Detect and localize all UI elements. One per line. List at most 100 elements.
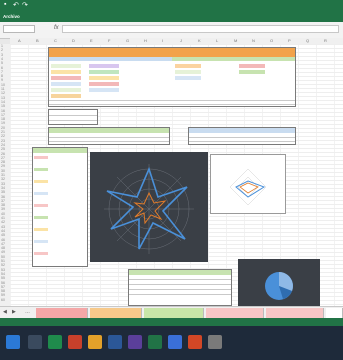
column-letter[interactable]: C (54, 38, 57, 43)
matrix-cell (51, 76, 81, 80)
taskbar-app-icon[interactable] (88, 335, 102, 349)
dark-radar-chart[interactable] (90, 152, 208, 262)
row-divider (189, 137, 295, 138)
matrix-cell (175, 70, 201, 74)
row-divider (49, 137, 169, 138)
light-radar-chart[interactable] (210, 154, 286, 214)
sheet-grid[interactable] (10, 44, 343, 306)
column-letter[interactable]: M (234, 38, 237, 43)
row-divider (189, 141, 295, 142)
row-divider (129, 294, 231, 295)
sheet-tab-3[interactable] (144, 308, 204, 318)
column-letter[interactable]: K (198, 38, 201, 43)
matrix-cell (51, 64, 81, 68)
taskbar-app-icon[interactable] (128, 335, 142, 349)
column-letter[interactable]: N (252, 38, 255, 43)
sheet-tab-6[interactable] (326, 308, 343, 318)
column-letter[interactable]: F (108, 38, 110, 43)
scroll-left-icon[interactable]: ◀ (3, 309, 7, 315)
sheet-tab-2[interactable] (90, 308, 142, 318)
list-cell (34, 156, 48, 159)
column-letter[interactable]: H (144, 38, 147, 43)
top-matrix-subheader-right (172, 57, 295, 61)
top-matrix-table (48, 47, 296, 107)
middle-right-table (188, 127, 296, 145)
scroll-right-icon[interactable]: ▶ (12, 309, 16, 315)
middle-left-header (49, 128, 169, 133)
row-number[interactable]: 60 (1, 298, 5, 302)
top-matrix-subheader-left (49, 57, 172, 61)
matrix-cell (51, 94, 81, 98)
light-radar-graphic (229, 168, 267, 206)
taskbar-app-icon[interactable] (108, 335, 122, 349)
row-divider (49, 120, 97, 121)
matrix-cell (51, 88, 81, 92)
results-header (129, 270, 231, 275)
list-cell (34, 228, 48, 231)
pie-chart[interactable] (238, 259, 320, 306)
formula-bar: fx (0, 22, 343, 39)
dark-radar-graphic (104, 164, 194, 254)
taskbar-app-icon[interactable] (68, 335, 82, 349)
fx-label: fx (54, 25, 59, 31)
column-letter[interactable]: D (72, 38, 75, 43)
sheet-tab-4[interactable] (206, 308, 264, 318)
left-list-table (32, 147, 88, 267)
title-bar: ▪ ↶ ↷ (0, 0, 343, 11)
column-letter[interactable]: J (180, 38, 182, 43)
taskbar-app-icon[interactable] (148, 335, 162, 349)
matrix-cell (89, 64, 119, 68)
name-box[interactable] (3, 25, 35, 33)
tell-me-search[interactable] (205, 13, 275, 20)
matrix-cell (51, 82, 81, 86)
formula-input[interactable] (62, 25, 339, 33)
column-letter[interactable]: E (90, 38, 93, 43)
list-cell (34, 192, 48, 195)
row-divider (129, 289, 231, 290)
row-divider (129, 284, 231, 285)
sheet-tab-5[interactable] (266, 308, 324, 318)
pie-graphic (265, 272, 293, 300)
matrix-cell (89, 70, 119, 74)
column-letter[interactable]: O (270, 38, 273, 43)
windows-start-icon[interactable] (6, 335, 20, 349)
column-letter[interactable]: B (36, 38, 39, 43)
ribbon: Archivo (0, 11, 343, 22)
taskbar-app-icon[interactable] (168, 335, 182, 349)
row-divider (49, 100, 295, 101)
column-letter[interactable]: P (288, 38, 291, 43)
undo-icon[interactable]: ↶ (13, 1, 19, 9)
more-sheets-icon[interactable]: … (25, 309, 30, 315)
row-divider (49, 141, 169, 142)
row-divider (49, 104, 295, 105)
matrix-cell (51, 70, 81, 74)
column-letter[interactable]: Q (306, 38, 309, 43)
left-list-header (33, 148, 87, 153)
taskbar (0, 326, 343, 360)
row-divider (49, 115, 97, 116)
list-cell (34, 204, 48, 207)
list-cell (34, 168, 48, 171)
matrix-cell (175, 76, 201, 80)
taskbar-app-icon[interactable] (48, 335, 62, 349)
column-letter[interactable]: G (126, 38, 129, 43)
column-letter[interactable]: A (18, 38, 21, 43)
list-cell (34, 240, 48, 243)
matrix-cell (89, 88, 119, 92)
column-letter[interactable]: I (162, 38, 163, 43)
tab-archivo[interactable]: Archivo (3, 14, 20, 20)
list-cell (34, 216, 48, 219)
taskbar-app-icon[interactable] (188, 335, 202, 349)
sheet-tab-1[interactable] (36, 308, 88, 318)
column-letter[interactable]: L (216, 38, 218, 43)
column-letter[interactable]: R (324, 38, 327, 43)
taskbar-app-icon[interactable] (28, 335, 42, 349)
taskbar-app-icon[interactable] (208, 335, 222, 349)
bottom-results-table (128, 269, 232, 306)
save-icon[interactable]: ▪ (4, 1, 6, 8)
matrix-cell (239, 64, 265, 68)
matrix-cell (239, 70, 265, 74)
redo-icon[interactable]: ↷ (22, 1, 28, 9)
matrix-cell (89, 76, 119, 80)
top-matrix-header (49, 48, 295, 57)
